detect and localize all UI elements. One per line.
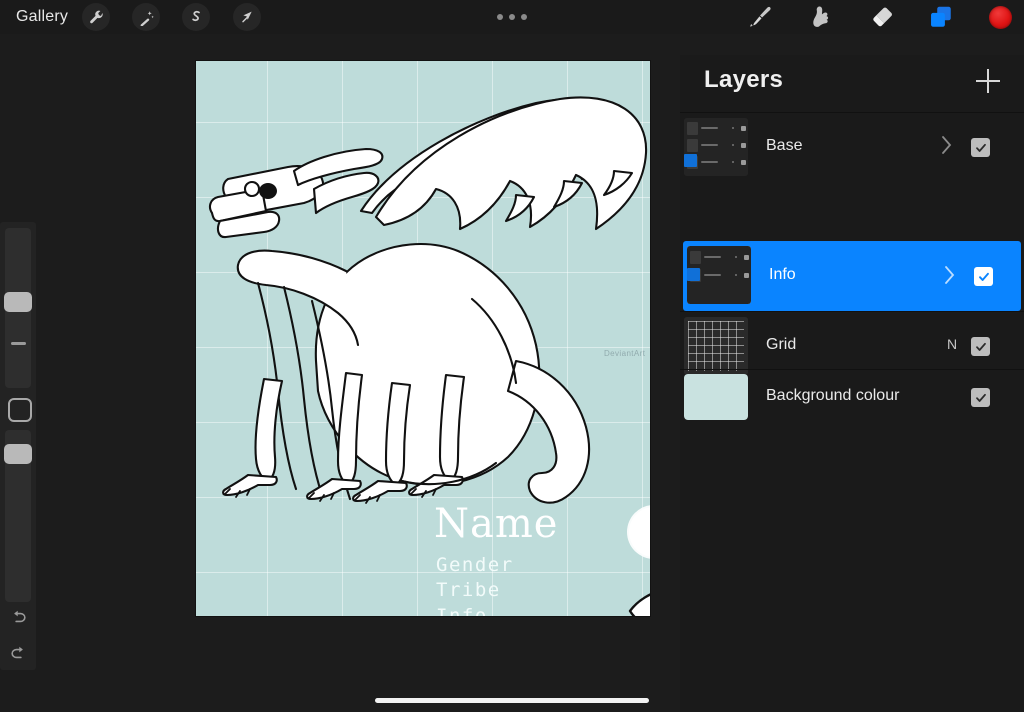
redo-button[interactable] [0,636,36,670]
thumbnail-background-swatch [684,374,748,420]
wrench-icon[interactable] [82,3,110,31]
layer-visibility-checkbox[interactable] [971,388,990,407]
layer-visibility-checkbox[interactable] [974,267,993,286]
eraser-icon[interactable] [858,0,904,34]
modify-button[interactable] [8,398,32,422]
brush-size-tick [11,342,26,345]
layer-name: Info [769,266,796,283]
chevron-right-icon[interactable] [945,266,955,284]
layers-panel: Layers Base Info Grid N Background colou… [680,55,1024,712]
dot [521,14,527,20]
opacity-slider-knob[interactable] [4,444,32,464]
canvas-text-name: Name [434,501,559,547]
layers-icon[interactable] [918,0,964,34]
layers-panel-header: Layers [680,55,1024,107]
paintbrush-icon[interactable] [738,0,784,34]
canvas-text-gender: Gender [436,554,514,576]
transform-arrow-icon[interactable] [233,3,261,31]
eye-reference [628,593,650,616]
smudge-icon[interactable] [798,0,844,34]
layer-visibility-checkbox[interactable] [971,138,990,157]
brush-size-slider-knob[interactable] [4,292,32,312]
selection-icon[interactable] [182,3,210,31]
procreate-app: Gallery DeviantArt Name Gender Tribe Inf… [0,0,1024,712]
layer-thumbnail[interactable] [687,246,751,304]
color-swatch-button[interactable] [989,6,1012,29]
thumbnail-mini-layers [684,118,748,176]
layer-thumbnail[interactable] [684,118,748,176]
magic-wand-icon[interactable] [132,3,160,31]
canvas-text-info-1: Info [436,605,488,617]
gallery-button[interactable]: Gallery [16,8,68,26]
thumbnail-grid-pattern [684,317,748,375]
dot [497,14,503,20]
add-layer-button[interactable] [976,69,1000,93]
layer-row-base[interactable]: Base [680,112,1024,181]
layer-name: Base [766,137,803,154]
more-options-button[interactable] [497,6,527,28]
layer-row-background-colour[interactable]: Background colour [680,369,1024,424]
layer-thumbnail[interactable] [684,374,748,420]
dragon-lineart [208,96,648,504]
home-indicator [375,698,649,703]
undo-button[interactable] [0,600,36,634]
dot [509,14,515,20]
layers-title: Layers [704,66,784,93]
chevron-right-icon[interactable] [942,136,952,154]
layer-thumbnail[interactable] [684,317,748,375]
layer-row-info[interactable]: Info [683,241,1021,311]
layer-name: Background colour [766,387,900,404]
layer-visibility-checkbox[interactable] [971,337,990,356]
layer-blend-mode[interactable]: N [947,336,957,352]
layer-name: Grid [766,336,797,353]
left-sidebar [0,222,36,670]
thumbnail-mini-layers [687,246,751,304]
canvas-text-tribe: Tribe [436,579,501,601]
canvas-watermark: DeviantArt [604,349,646,358]
top-toolbar: Gallery [0,0,1024,34]
drawing-canvas[interactable]: DeviantArt Name Gender Tribe Info Info [196,61,650,616]
